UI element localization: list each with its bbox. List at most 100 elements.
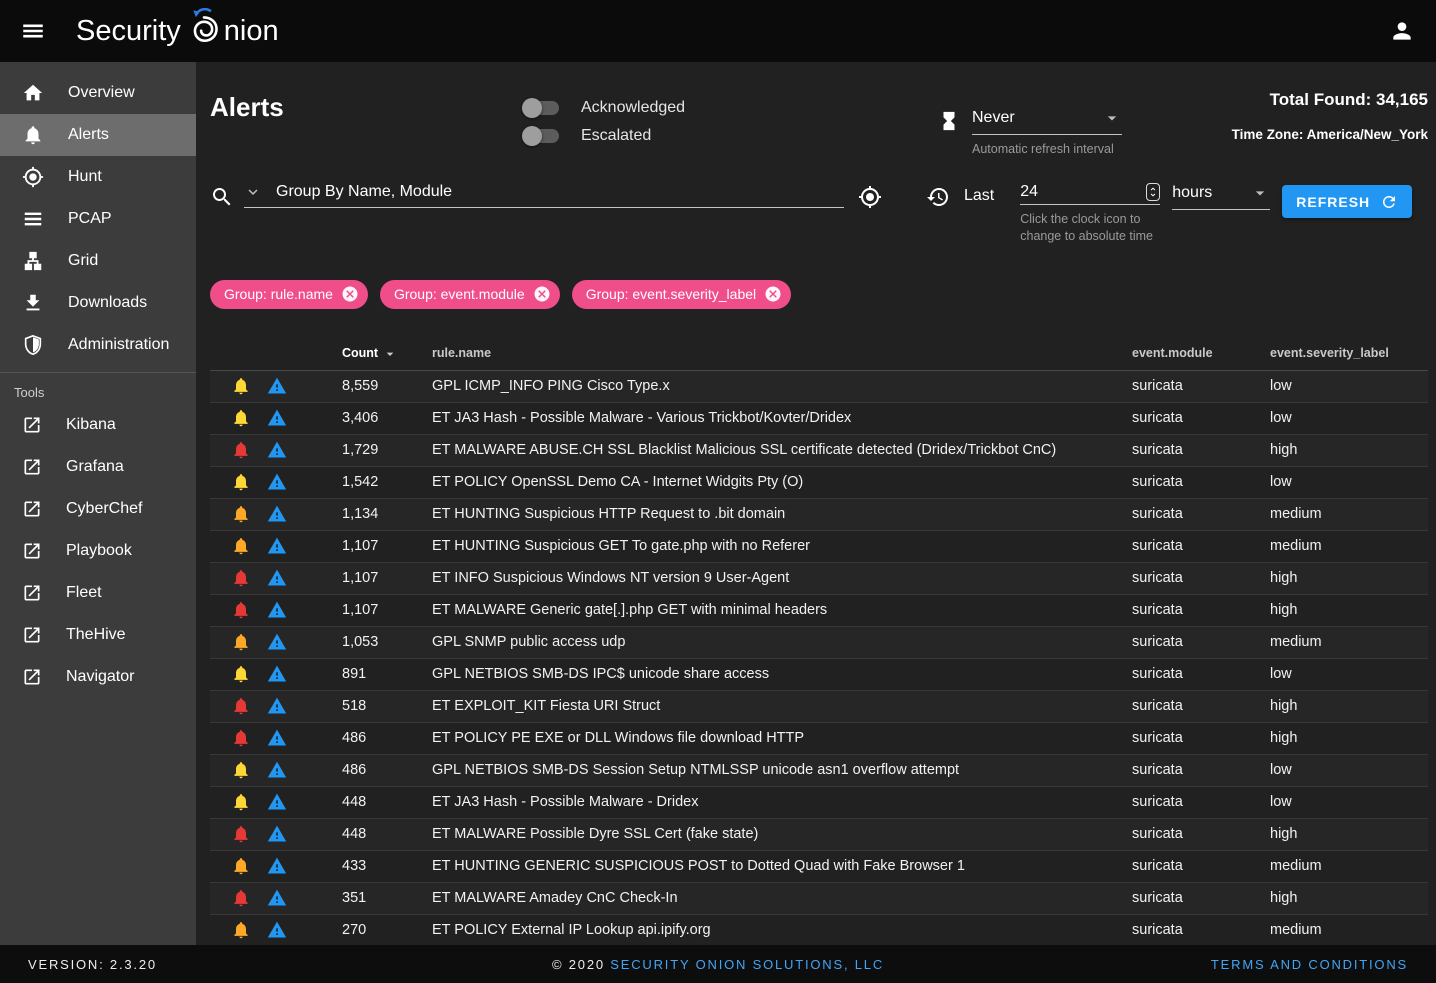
external-link-icon [22, 583, 42, 603]
table-row[interactable]: 1,053 GPL SNMP public access udp suricat… [210, 627, 1428, 659]
table-row[interactable]: 891 GPL NETBIOS SMB-DS IPC$ unicode shar… [210, 659, 1428, 691]
table-row[interactable]: 486 GPL NETBIOS SMB-DS Session Setup NTM… [210, 755, 1428, 787]
table-row[interactable]: 448 ET JA3 Hash - Possible Malware - Dri… [210, 787, 1428, 819]
warning-icon[interactable] [267, 568, 287, 588]
bell-icon[interactable] [231, 760, 251, 780]
column-count[interactable]: Count [326, 344, 432, 362]
table-row[interactable]: 1,107 ET MALWARE Generic gate[.].php GET… [210, 595, 1428, 627]
bell-icon[interactable] [231, 376, 251, 396]
query-dropdown-icon[interactable] [244, 183, 262, 201]
sidebar-tool-item[interactable]: Fleet [0, 572, 196, 614]
bell-icon[interactable] [231, 664, 251, 684]
target-icon[interactable] [858, 185, 882, 209]
table-row[interactable]: 270 ET POLICY External IP Lookup api.ipi… [210, 915, 1428, 945]
warning-icon[interactable] [267, 792, 287, 812]
refresh-interval-select[interactable]: Never [972, 108, 1122, 135]
table-row[interactable]: 1,107 ET HUNTING Suspicious GET To gate.… [210, 531, 1428, 563]
sidebar-tool-item[interactable]: Playbook [0, 530, 196, 572]
bell-icon[interactable] [231, 856, 251, 876]
bell-icon[interactable] [231, 472, 251, 492]
warning-icon[interactable] [267, 824, 287, 844]
sidebar-tool-item[interactable]: Grafana [0, 446, 196, 488]
sidebar-item[interactable]: Administration [0, 324, 196, 366]
warning-icon[interactable] [267, 376, 287, 396]
filter-chip[interactable]: Group: event.severity_label [572, 280, 791, 309]
filter-chip-label: Group: rule.name [224, 286, 333, 302]
warning-icon[interactable] [267, 536, 287, 556]
toggle-switch[interactable] [525, 101, 559, 115]
severity-cell: low [1270, 666, 1428, 682]
bell-icon[interactable] [231, 632, 251, 652]
warning-icon[interactable] [267, 440, 287, 460]
warning-icon[interactable] [267, 472, 287, 492]
sidebar-item[interactable]: Grid [0, 240, 196, 282]
toggle[interactable]: Escalated [525, 122, 938, 150]
warning-icon[interactable] [267, 920, 287, 940]
sidebar-item[interactable]: Downloads [0, 282, 196, 324]
bell-icon[interactable] [231, 888, 251, 908]
table-row[interactable]: 518 ET EXPLOIT_KIT Fiesta URI Struct sur… [210, 691, 1428, 723]
remove-filter-icon[interactable] [341, 285, 359, 303]
bell-icon[interactable] [231, 536, 251, 556]
warning-icon[interactable] [267, 760, 287, 780]
warning-icon[interactable] [267, 600, 287, 620]
sidebar-item[interactable]: Alerts [0, 114, 196, 156]
bell-icon[interactable] [231, 408, 251, 428]
time-unit-select[interactable]: hours [1172, 183, 1270, 210]
menu-button[interactable] [14, 12, 52, 50]
table-row[interactable]: 8,559 GPL ICMP_INFO PING Cisco Type.x su… [210, 371, 1428, 403]
bell-icon[interactable] [231, 824, 251, 844]
table-row[interactable]: 351 ET MALWARE Amadey CnC Check-In suric… [210, 883, 1428, 915]
count-cell: 486 [326, 730, 432, 746]
sidebar-tool-item[interactable]: Navigator [0, 656, 196, 698]
warning-icon[interactable] [267, 632, 287, 652]
toggle-switch[interactable] [525, 129, 559, 143]
remove-filter-icon[interactable] [764, 285, 782, 303]
stepper-icon[interactable] [1146, 183, 1160, 201]
table-row[interactable]: 1,134 ET HUNTING Suspicious HTTP Request… [210, 499, 1428, 531]
table-row[interactable]: 1,107 ET INFO Suspicious Windows NT vers… [210, 563, 1428, 595]
bell-icon[interactable] [231, 440, 251, 460]
remove-filter-icon[interactable] [533, 285, 551, 303]
column-severity-label[interactable]: event.severity_label [1270, 346, 1428, 360]
filter-chip[interactable]: Group: event.module [380, 280, 560, 309]
table-row[interactable]: 448 ET MALWARE Possible Dyre SSL Cert (f… [210, 819, 1428, 851]
bell-icon[interactable] [231, 728, 251, 748]
sidebar-tool-item[interactable]: Kibana [0, 404, 196, 446]
severity-cell: high [1270, 826, 1428, 842]
company-link[interactable]: SECURITY ONION SOLUTIONS, LLC [610, 957, 884, 972]
sidebar-tool-item[interactable]: CyberChef [0, 488, 196, 530]
bell-icon[interactable] [231, 568, 251, 588]
column-rule-name[interactable]: rule.name [432, 346, 1132, 360]
warning-icon[interactable] [267, 664, 287, 684]
terms-link[interactable]: TERMS AND CONDITIONS [1211, 957, 1408, 972]
bell-icon[interactable] [231, 792, 251, 812]
sidebar-tool-item[interactable]: TheHive [0, 614, 196, 656]
sidebar-item[interactable]: Hunt [0, 156, 196, 198]
refresh-button[interactable]: REFRESH [1282, 185, 1412, 218]
warning-icon[interactable] [267, 728, 287, 748]
history-clock-icon[interactable] [926, 185, 950, 209]
search-input[interactable]: Group By Name, Module [244, 183, 844, 208]
warning-icon[interactable] [267, 696, 287, 716]
bell-icon[interactable] [231, 504, 251, 524]
warning-icon[interactable] [267, 888, 287, 908]
sidebar-item[interactable]: PCAP [0, 198, 196, 240]
table-row[interactable]: 3,406 ET JA3 Hash - Possible Malware - V… [210, 403, 1428, 435]
filter-chip[interactable]: Group: rule.name [210, 280, 368, 309]
warning-icon[interactable] [267, 856, 287, 876]
sidebar-item[interactable]: Overview [0, 72, 196, 114]
table-row[interactable]: 1,542 ET POLICY OpenSSL Demo CA - Intern… [210, 467, 1428, 499]
table-row[interactable]: 1,729 ET MALWARE ABUSE.CH SSL Blacklist … [210, 435, 1428, 467]
warning-icon[interactable] [267, 504, 287, 524]
bell-icon[interactable] [231, 600, 251, 620]
column-event-module[interactable]: event.module [1132, 346, 1270, 360]
bell-icon[interactable] [231, 920, 251, 940]
table-row[interactable]: 486 ET POLICY PE EXE or DLL Windows file… [210, 723, 1428, 755]
time-amount-input[interactable]: 24 [1020, 183, 1160, 205]
table-row[interactable]: 433 ET HUNTING GENERIC SUSPICIOUS POST t… [210, 851, 1428, 883]
warning-icon[interactable] [267, 408, 287, 428]
toggle[interactable]: Acknowledged [525, 94, 938, 122]
user-menu-button[interactable] [1382, 11, 1422, 51]
bell-icon[interactable] [231, 696, 251, 716]
